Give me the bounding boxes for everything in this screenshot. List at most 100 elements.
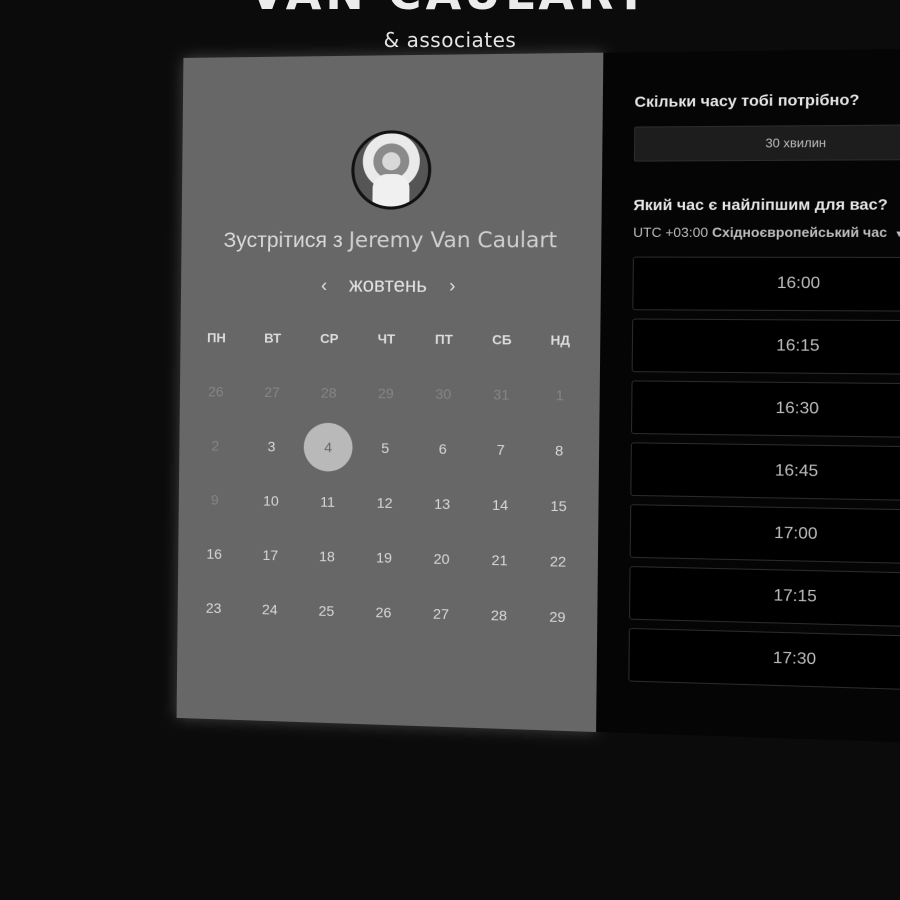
day-cell[interactable]: 12: [356, 475, 414, 531]
day-number: 15: [550, 497, 567, 515]
day-number: 21: [491, 551, 508, 569]
day-number: 9: [210, 491, 219, 508]
day-number: 2: [211, 437, 220, 454]
weekday-label: ПТ: [434, 331, 453, 348]
day-grid: 26 27 28 29 30 31 1 2 3 4 5 6 7 8 9 10 11 12 13 14 15 16 17 18 1…: [185, 364, 589, 645]
day-number: 12: [376, 494, 393, 512]
day-cell-selected[interactable]: 4: [299, 420, 356, 475]
timezone-name: Східноєвропейський час: [711, 224, 888, 241]
duration-question: Скільки часу тобі потрібно?: [634, 91, 860, 112]
time-panel: Скільки часу тобі потрібно? 30 хвилин Як…: [596, 47, 900, 745]
weekday-label: СБ: [492, 332, 512, 348]
meeting-title-prefix: Зустрітися з: [223, 228, 343, 253]
weekday-label: ПН: [206, 330, 226, 346]
next-month-icon[interactable]: ›: [441, 276, 464, 297]
day-cell[interactable]: 15: [529, 478, 588, 534]
day-cell: 1: [530, 367, 589, 423]
day-number: 31: [493, 386, 510, 403]
host-name: Jeremy Van Caulart: [348, 227, 558, 253]
avatar: [350, 130, 432, 210]
weekday-header: ПН ВТ СР ЧТ ПТ СБ НД: [188, 330, 589, 348]
day-number: 27: [432, 605, 450, 623]
day-cell[interactable]: 17: [242, 527, 299, 583]
day-cell[interactable]: 13: [413, 476, 471, 532]
day-cell[interactable]: 18: [298, 528, 355, 584]
meeting-title: Зустрітися з Jeremy Van Caulart: [181, 228, 601, 254]
day-number: 20: [433, 550, 450, 568]
day-cell: 27: [244, 365, 301, 420]
day-number: 11: [320, 493, 335, 510]
time-slot-button[interactable]: 16:15: [631, 318, 900, 376]
day-cell[interactable]: 22: [528, 533, 587, 590]
month-navigation: ‹ жовтень ›: [181, 274, 601, 299]
time-slot-button[interactable]: 17:30: [628, 627, 900, 692]
day-number: 5: [381, 439, 390, 457]
brand-subtitle: & associates: [383, 28, 517, 52]
day-cell[interactable]: 8: [530, 422, 589, 478]
day-cell: 2: [187, 418, 244, 473]
time-slot-button[interactable]: 16:30: [630, 380, 900, 439]
day-cell[interactable]: 5: [356, 420, 414, 476]
time-slot-button[interactable]: 17:00: [629, 504, 900, 566]
day-number: 19: [375, 549, 393, 566]
day-number: 14: [491, 496, 509, 514]
month-label: жовтень: [348, 274, 428, 298]
time-slot-button[interactable]: 17:15: [628, 566, 900, 629]
day-number: 4: [303, 422, 353, 472]
day-cell: 28: [300, 365, 357, 420]
day-number: 30: [435, 385, 452, 403]
day-cell: 31: [472, 367, 531, 423]
day-cell[interactable]: 29: [528, 588, 587, 645]
day-cell[interactable]: 25: [298, 583, 355, 639]
day-cell: 9: [187, 472, 244, 527]
day-cell[interactable]: 6: [414, 421, 472, 477]
day-cell[interactable]: 27: [412, 586, 470, 642]
day-cell[interactable]: 26: [355, 584, 413, 640]
day-cell[interactable]: 21: [470, 532, 529, 588]
day-cell: 29: [357, 366, 415, 421]
timezone-select[interactable]: UTC +03:00 Східноєвропейський час ▼: [633, 224, 900, 240]
day-number: 23: [205, 599, 222, 617]
day-number: 3: [267, 438, 276, 455]
weekday-label: ВТ: [264, 330, 282, 346]
day-number: 28: [320, 384, 337, 401]
day-number: 26: [375, 603, 392, 621]
day-cell[interactable]: 3: [243, 419, 300, 474]
time-slot-list: 16:00 16:15 16:30 16:45 17:00 17:15 17:30: [628, 256, 900, 701]
prev-month-icon[interactable]: ‹: [313, 275, 336, 296]
weekday-label: ЧТ: [377, 331, 396, 347]
timezone-offset: UTC +03:00: [633, 224, 709, 241]
day-number: 17: [262, 546, 279, 564]
time-slot-button[interactable]: 16:45: [630, 442, 900, 502]
day-cell[interactable]: 11: [299, 474, 356, 530]
day-number: 26: [207, 383, 224, 400]
day-number: 10: [262, 492, 279, 509]
day-cell[interactable]: 7: [471, 422, 530, 478]
day-cell: 26: [188, 364, 245, 419]
day-number: 22: [549, 552, 567, 570]
brand-header: VAN CAULART & associates: [0, 0, 900, 56]
day-number: 13: [434, 495, 451, 513]
calendar-panel: Зустрітися з Jeremy Van Caulart ‹ жовтен…: [176, 52, 604, 733]
day-cell[interactable]: 16: [186, 526, 243, 581]
brand-name: VAN CAULART: [0, 0, 900, 20]
day-number: 28: [490, 606, 508, 624]
day-number: 8: [554, 442, 564, 459]
day-number: 24: [261, 601, 278, 618]
day-cell[interactable]: 28: [470, 587, 529, 644]
day-number: 6: [438, 440, 447, 458]
day-number: 18: [318, 548, 335, 565]
day-number: 29: [549, 608, 566, 626]
day-number: 7: [496, 441, 505, 458]
day-cell[interactable]: 24: [241, 581, 298, 637]
time-slot-button[interactable]: 16:00: [632, 256, 900, 312]
day-cell[interactable]: 10: [242, 473, 299, 528]
day-cell[interactable]: 20: [412, 531, 470, 587]
day-cell[interactable]: 23: [185, 580, 242, 636]
duration-select[interactable]: 30 хвилин: [633, 124, 900, 162]
day-cell: 30: [414, 366, 472, 422]
time-question: Який час є найліпшим для вас?: [633, 196, 888, 215]
weekday-label: НД: [550, 332, 571, 348]
day-cell[interactable]: 19: [355, 530, 413, 586]
day-cell[interactable]: 14: [471, 477, 530, 533]
